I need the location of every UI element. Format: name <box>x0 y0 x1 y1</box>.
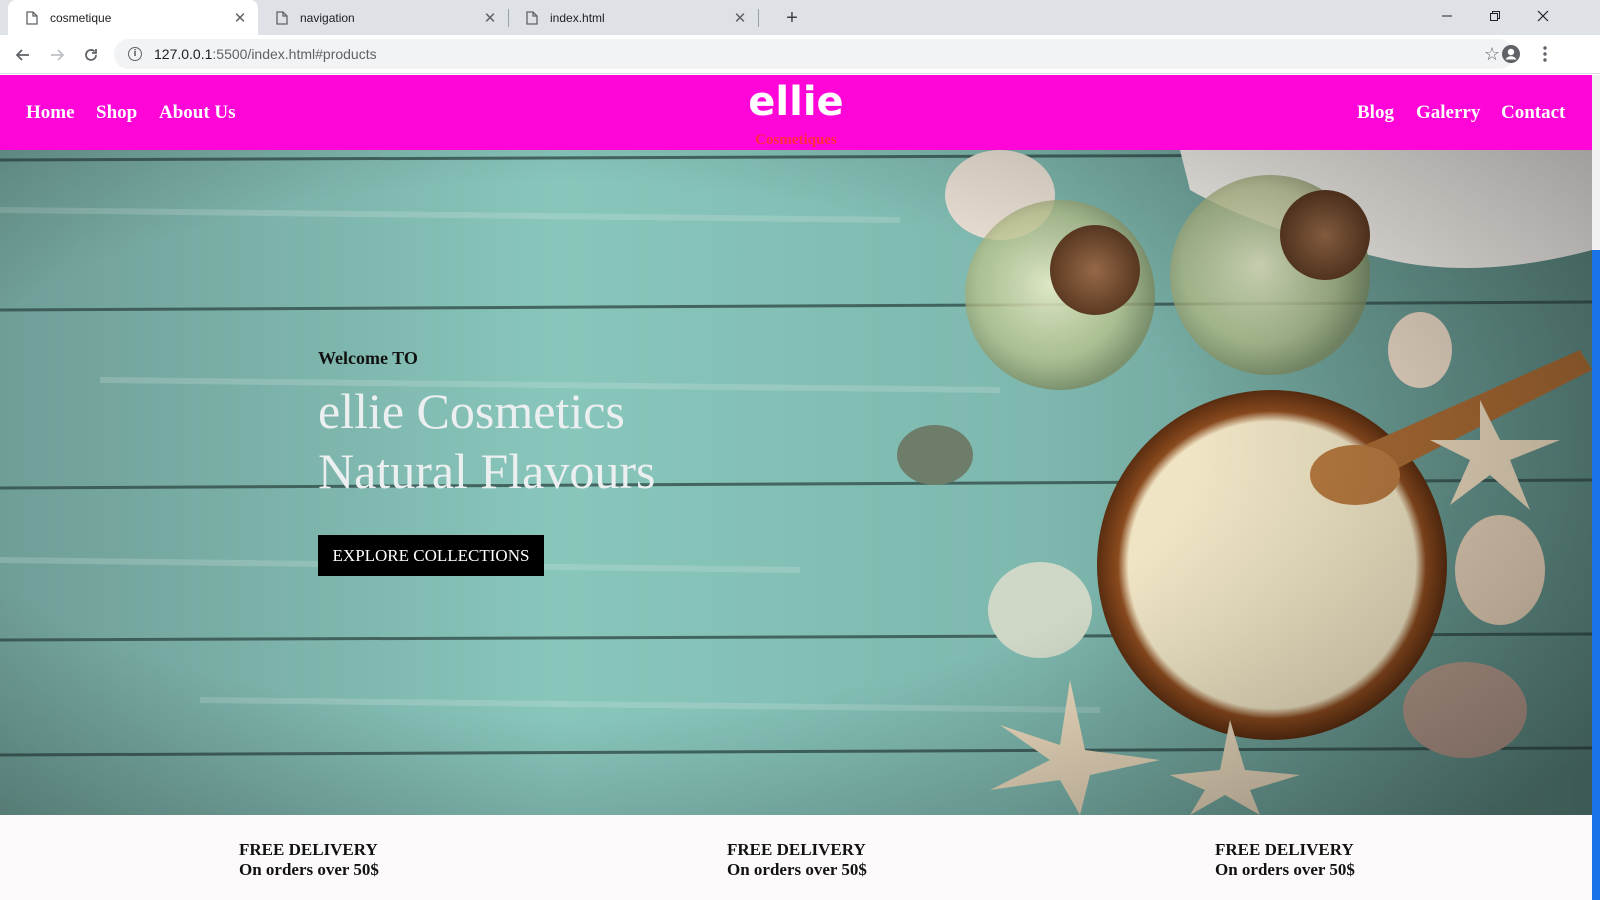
reload-icon[interactable] <box>78 42 104 68</box>
close-window-icon[interactable] <box>1520 0 1566 32</box>
close-tab-icon[interactable]: ✕ <box>482 10 498 27</box>
document-icon <box>26 10 38 25</box>
feature-subtitle: On orders over 50$ <box>727 860 867 879</box>
minimize-icon[interactable] <box>1424 0 1470 32</box>
address-bar[interactable]: i 127.0.0.1:5500/index.html#products ☆ <box>114 39 1514 69</box>
close-tab-icon[interactable]: ✕ <box>732 10 748 27</box>
tab-title: cosmetique <box>50 10 112 25</box>
hero-heading-line1: ellie Cosmetics <box>318 383 625 439</box>
tab-title: index.html <box>550 10 605 25</box>
restore-icon[interactable] <box>1472 0 1518 32</box>
web-page: Home Shop About Us ellie Cosmetiques Blo… <box>0 75 1592 900</box>
browser-toolbar: i 127.0.0.1:5500/index.html#products ☆ <box>0 35 1600 74</box>
nav-contact-link[interactable]: Contact <box>1501 102 1565 124</box>
tab-separator <box>758 9 759 27</box>
explore-collections-button[interactable]: EXPLORE COLLECTIONS <box>318 535 544 576</box>
features-strip: FREE DELIVERY On orders over 50$ FREE DE… <box>0 815 1592 900</box>
brand-logo[interactable]: ellie <box>0 79 1592 125</box>
feature-item: FREE DELIVERY On orders over 50$ <box>239 840 379 880</box>
new-tab-icon[interactable]: + <box>780 6 804 30</box>
forward-icon[interactable] <box>44 42 70 68</box>
browser-tab-bar: cosmetique ✕ navigation ✕ index.html ✕ + <box>0 0 1600 35</box>
hero-background-image <box>0 150 1592 815</box>
feature-title: FREE DELIVERY <box>239 840 378 859</box>
tab-title: navigation <box>300 10 355 25</box>
feature-item: FREE DELIVERY On orders over 50$ <box>727 840 867 880</box>
site-header: Home Shop About Us ellie Cosmetiques Blo… <box>0 75 1592 150</box>
page-scrollbar-thumb[interactable] <box>1592 250 1600 900</box>
back-icon[interactable] <box>10 42 36 68</box>
nav-gallery-link[interactable]: Galerry <box>1416 102 1480 124</box>
menu-kebab-icon[interactable] <box>1534 43 1556 65</box>
feature-subtitle: On orders over 50$ <box>1215 860 1355 879</box>
feature-item: FREE DELIVERY On orders over 50$ <box>1215 840 1355 880</box>
feature-title: FREE DELIVERY <box>727 840 866 859</box>
brand-subtitle: Cosmetiques <box>755 132 837 148</box>
nav-blog-link[interactable]: Blog <box>1357 102 1394 124</box>
close-tab-icon[interactable]: ✕ <box>232 10 248 27</box>
bookmark-star-icon[interactable]: ☆ <box>1484 44 1500 65</box>
document-icon <box>276 10 288 25</box>
document-icon <box>526 10 538 25</box>
hero-welcome: Welcome TO <box>318 348 418 368</box>
browser-tab-cosmetique[interactable]: cosmetique ✕ <box>8 0 258 35</box>
url-path: :5500/index.html#products <box>212 46 377 62</box>
browser-tab-index[interactable]: index.html ✕ <box>508 0 758 35</box>
hero-banner: Welcome TO ellie Cosmetics Natural Flavo… <box>0 150 1592 815</box>
site-info-icon[interactable]: i <box>128 47 142 61</box>
url-host: 127.0.0.1 <box>154 46 213 62</box>
profile-icon[interactable] <box>1500 43 1522 65</box>
browser-tab-navigation[interactable]: navigation ✕ <box>258 0 508 35</box>
feature-subtitle: On orders over 50$ <box>239 860 379 879</box>
hero-heading-line2: Natural Flavours <box>318 443 656 499</box>
feature-title: FREE DELIVERY <box>1215 840 1354 859</box>
